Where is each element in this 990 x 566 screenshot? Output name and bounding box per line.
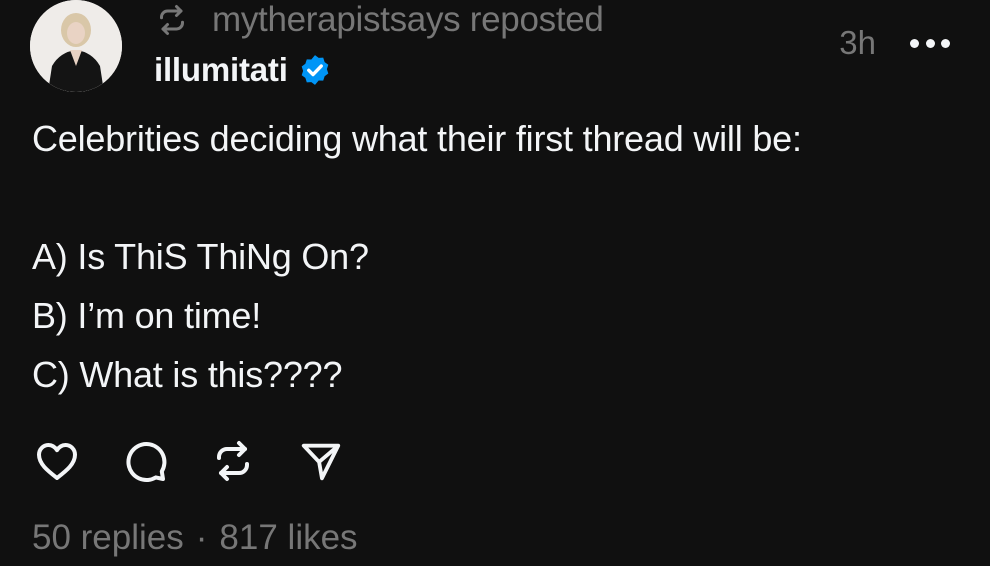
- author-row: illumitati: [154, 48, 332, 92]
- author-username[interactable]: illumitati: [154, 51, 288, 89]
- post-text-line: Celebrities deciding what their first th…: [32, 118, 802, 159]
- repost-icon: [217, 441, 249, 481]
- avatar-portrait-icon: [30, 0, 122, 92]
- repost-icon: [154, 2, 190, 38]
- heart-icon: [37, 443, 77, 480]
- stats-separator: ·: [195, 518, 208, 557]
- likes-count[interactable]: 817 likes: [219, 518, 357, 558]
- post-text-line: A) Is ThiS ThiNg On?: [32, 236, 369, 277]
- reply-button[interactable]: [120, 436, 170, 486]
- send-icon: [301, 443, 341, 481]
- post-stats: 50 replies · 817 likes: [32, 518, 358, 558]
- repost-indicator: mytherapistsays reposted: [154, 0, 604, 40]
- action-bar: [32, 436, 346, 486]
- post-timestamp: 3h: [839, 24, 876, 61]
- post-text-line: C) What is this????: [32, 354, 343, 395]
- avatar[interactable]: [30, 0, 122, 92]
- repost-button[interactable]: [208, 436, 258, 486]
- more-options-icon[interactable]: [910, 36, 950, 50]
- repost-by-text[interactable]: mytherapistsays reposted: [212, 0, 604, 40]
- verified-badge-icon: [298, 53, 332, 87]
- like-button[interactable]: [32, 436, 82, 486]
- replies-count[interactable]: 50 replies: [32, 518, 184, 558]
- post-text-line: B) I’m on time!: [32, 295, 262, 336]
- comment-bubble-icon: [126, 442, 167, 483]
- thread-post: mytherapistsays reposted illumitati 3h C…: [0, 0, 990, 566]
- share-button[interactable]: [296, 436, 346, 486]
